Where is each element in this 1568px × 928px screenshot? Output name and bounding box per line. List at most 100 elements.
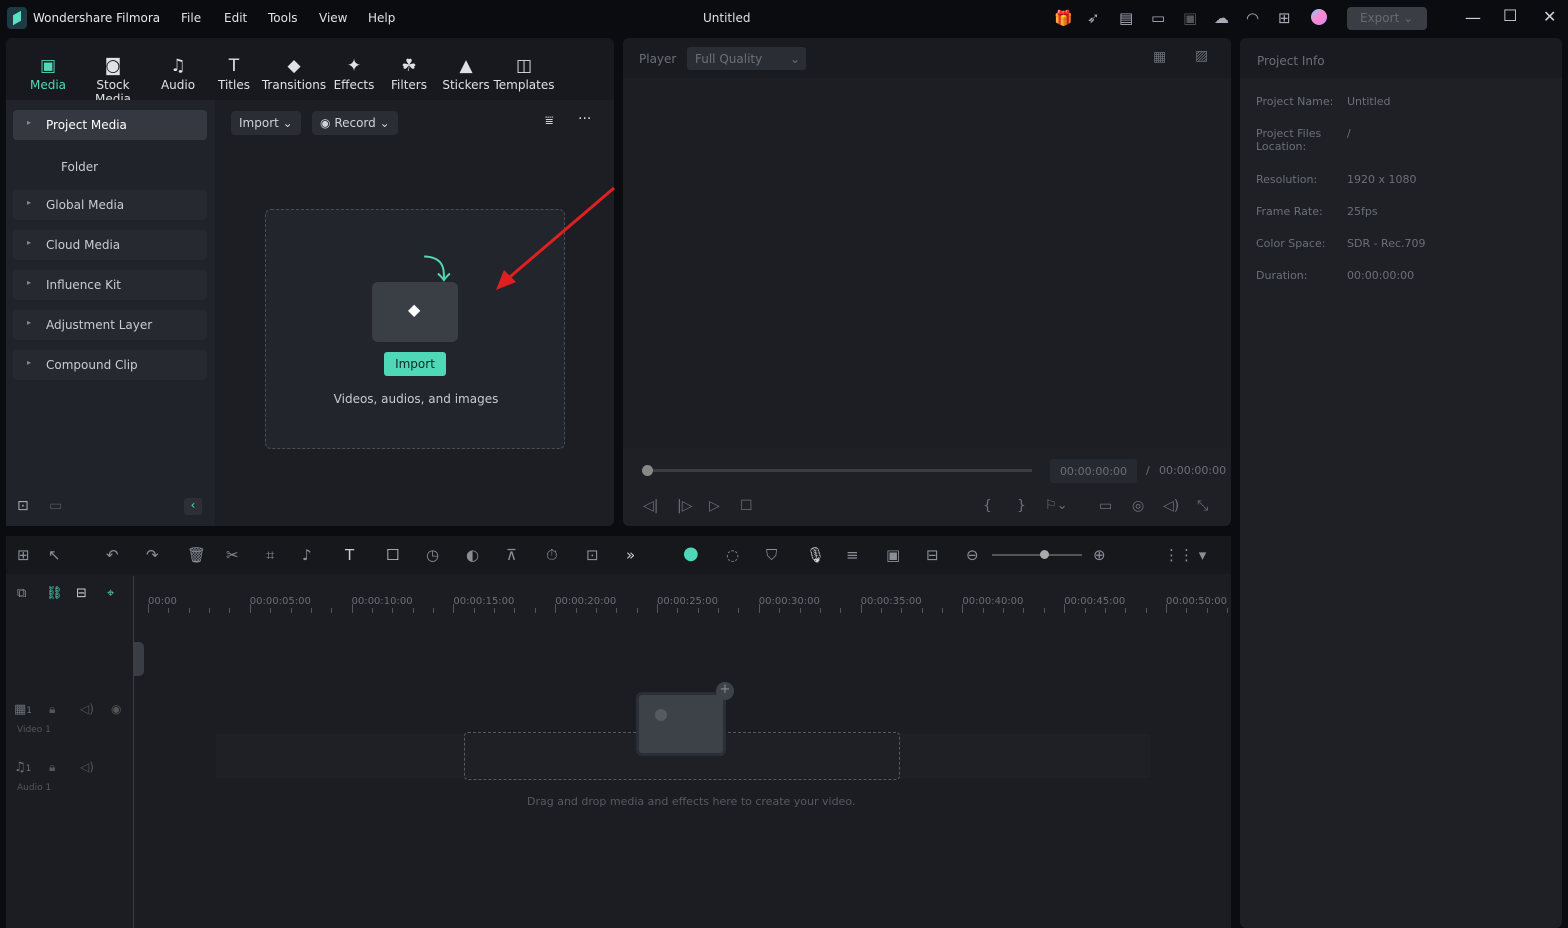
- fit-icon[interactable]: ⊡: [586, 546, 599, 564]
- snapshot-icon[interactable]: ◎: [1132, 498, 1144, 514]
- title-bar: Wondershare Filmora File Edit Tools View…: [0, 0, 1568, 36]
- shield-icon[interactable]: ⛉: [766, 546, 777, 564]
- image-icon[interactable]: ▨: [1195, 48, 1208, 64]
- display-icon[interactable]: ▭: [1099, 498, 1112, 514]
- mark-out-icon[interactable]: }: [1017, 498, 1026, 514]
- playhead[interactable]: [133, 576, 134, 928]
- grid-view-icon[interactable]: ▦: [1153, 49, 1166, 65]
- zoom-in-icon[interactable]: ⊕: [1093, 546, 1106, 564]
- sidebar-item-compound-clip[interactable]: Compound Clip: [13, 350, 207, 380]
- headset-icon[interactable]: ◠: [1246, 9, 1259, 27]
- cloud-icon[interactable]: ☁: [1214, 9, 1229, 27]
- more-tools-icon[interactable]: »: [626, 546, 635, 564]
- tab-label: Transitions: [261, 78, 327, 92]
- split-icon[interactable]: ⊟: [926, 546, 939, 564]
- microphone-icon[interactable]: 🎙: [806, 546, 825, 564]
- gift-icon[interactable]: 🎁: [1054, 9, 1073, 27]
- group-icon[interactable]: ⊟: [76, 586, 87, 601]
- send-icon[interactable]: ➶: [1087, 9, 1100, 27]
- add-track-icon[interactable]: ⧉: [17, 586, 26, 601]
- layout-icon[interactable]: ▭: [1151, 9, 1165, 27]
- volume-icon[interactable]: ◁): [1163, 498, 1179, 514]
- mute-icon[interactable]: ◁): [80, 760, 94, 774]
- zoom-slider-handle[interactable]: [1040, 550, 1049, 559]
- redo-icon[interactable]: ↷: [146, 546, 159, 564]
- ruler-tick: [840, 608, 842, 613]
- color-icon[interactable]: ◐: [466, 546, 479, 564]
- layout-icon[interactable]: ⊞: [17, 546, 30, 564]
- ruler-tick: [148, 604, 149, 613]
- maximize-icon[interactable]: ☐: [1503, 6, 1517, 25]
- ruler-tick: [718, 608, 720, 613]
- notes-icon[interactable]: ▤: [1119, 9, 1133, 27]
- save-icon[interactable]: ▣: [1183, 9, 1197, 27]
- next-frame-icon[interactable]: |▷: [677, 498, 692, 514]
- tab-templates[interactable]: ◫ Templates: [489, 56, 559, 92]
- sidebar-item-project-media[interactable]: Project Media: [13, 110, 207, 140]
- sidebar-item-adjustment-layer[interactable]: Adjustment Layer: [13, 310, 207, 340]
- zoom-slider[interactable]: [992, 554, 1082, 556]
- folder-icon[interactable]: ▭: [49, 498, 62, 514]
- text-tool-icon[interactable]: T: [345, 546, 354, 564]
- close-icon[interactable]: ✕: [1543, 7, 1556, 26]
- apps-icon[interactable]: ⊞: [1278, 9, 1291, 27]
- ruler-tick: [657, 604, 658, 613]
- zoom-out-icon[interactable]: ⊖: [966, 546, 979, 564]
- link-icon[interactable]: ⛓: [46, 586, 63, 601]
- menu-view[interactable]: View: [319, 11, 347, 25]
- fullscreen-icon[interactable]: ⤡: [1197, 498, 1208, 514]
- menu-help[interactable]: Help: [368, 11, 395, 25]
- collapse-sidebar-button[interactable]: ‹: [184, 498, 202, 515]
- preview-render-icon[interactable]: ▣: [886, 546, 900, 564]
- menu-edit[interactable]: Edit: [224, 11, 247, 25]
- audio-mix-icon[interactable]: ≡: [846, 546, 859, 564]
- scrubber-handle[interactable]: [642, 465, 653, 476]
- undo-icon[interactable]: ↶: [106, 546, 119, 564]
- prev-frame-icon[interactable]: ◁|: [643, 498, 658, 514]
- cut-icon[interactable]: ✂: [226, 546, 239, 564]
- sidebar-item-folder[interactable]: Folder: [61, 160, 98, 174]
- render-icon[interactable]: ◌: [726, 546, 739, 564]
- tab-stock-media[interactable]: ◙ Stock Media: [78, 56, 148, 106]
- stop-icon[interactable]: ☐: [740, 498, 753, 514]
- menu-tools[interactable]: Tools: [268, 11, 298, 25]
- lock-icon[interactable]: 🔒︎: [49, 760, 55, 775]
- avatar[interactable]: [1311, 9, 1327, 25]
- filter-icon[interactable]: ⩸: [545, 113, 554, 129]
- marker-icon[interactable]: ⚐⌄: [1045, 498, 1068, 513]
- select-tool-icon[interactable]: ↖: [48, 546, 61, 564]
- new-folder-icon[interactable]: ⊡: [17, 498, 29, 514]
- ruler-tick: [779, 608, 781, 613]
- more-icon[interactable]: ···: [578, 111, 591, 127]
- delete-icon[interactable]: 🗑: [187, 546, 206, 564]
- lock-icon[interactable]: 🔒︎: [49, 702, 55, 717]
- eye-icon[interactable]: ◉: [111, 702, 121, 716]
- mark-in-icon[interactable]: {: [983, 498, 992, 514]
- play-icon[interactable]: ▷: [709, 498, 720, 514]
- tab-media[interactable]: ▣ Media: [13, 56, 83, 92]
- crop-icon[interactable]: ⌗: [266, 546, 274, 564]
- menu-file[interactable]: File: [181, 11, 201, 25]
- sidebar-item-influence-kit[interactable]: Influence Kit: [13, 270, 207, 300]
- ai-icon[interactable]: ●: [683, 543, 699, 564]
- mute-icon[interactable]: ◁): [80, 702, 94, 716]
- export-button[interactable]: Export ⌄: [1347, 7, 1427, 30]
- timer-icon[interactable]: ⏱: [546, 546, 558, 564]
- sidebar-item-global-media[interactable]: Global Media: [13, 190, 207, 220]
- snap-icon[interactable]: ⌖: [107, 586, 114, 601]
- track-header-collapse[interactable]: [133, 642, 144, 676]
- quality-dropdown[interactable]: Full Quality ⌄: [687, 47, 806, 70]
- ruler-tick: [799, 608, 801, 613]
- current-time[interactable]: 00:00:00:00: [1050, 459, 1137, 483]
- sidebar-item-cloud-media[interactable]: Cloud Media: [13, 230, 207, 260]
- track-settings-icon[interactable]: ⋮⋮ ▾: [1164, 546, 1206, 564]
- shape-icon[interactable]: ☐: [386, 546, 399, 564]
- playback-scrubber[interactable]: [647, 469, 1032, 472]
- audio-edit-icon[interactable]: ♪: [302, 546, 312, 564]
- stabilize-icon[interactable]: ⊼: [506, 546, 517, 564]
- import-button[interactable]: Import: [384, 352, 446, 376]
- import-dropdown[interactable]: Import ⌄: [231, 111, 301, 135]
- record-dropdown[interactable]: ◉ Record ⌄: [312, 111, 398, 135]
- minimize-icon[interactable]: —: [1465, 8, 1481, 27]
- speed-icon[interactable]: ◷: [426, 546, 439, 564]
